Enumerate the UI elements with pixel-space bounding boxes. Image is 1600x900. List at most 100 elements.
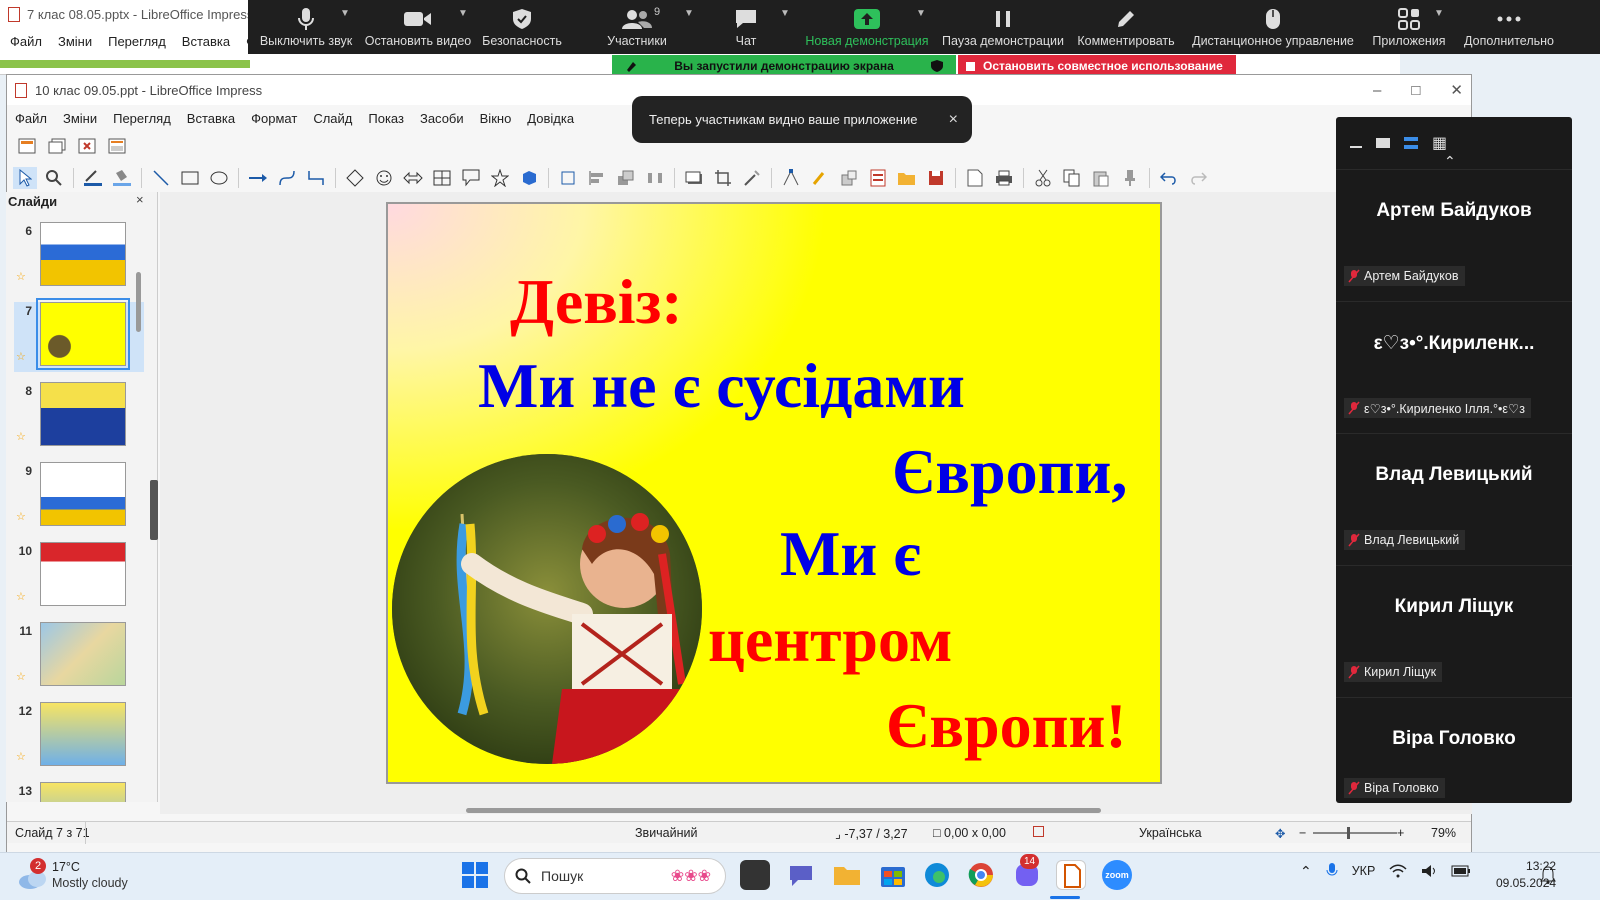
shadow-icon[interactable] xyxy=(682,167,706,189)
arrange-icon[interactable] xyxy=(614,167,638,189)
background-window-title[interactable]: 7 клас 08.05.pptx - LibreOffice Impress xyxy=(8,2,253,26)
video-chevron-icon[interactable]: ▼ xyxy=(458,8,468,19)
clone-formatting-icon[interactable] xyxy=(1118,167,1142,189)
teams-chat-icon[interactable] xyxy=(786,860,816,890)
fill-color-icon[interactable] xyxy=(110,167,134,189)
strip-view-icon[interactable] xyxy=(1404,137,1418,149)
stop-video-button[interactable]: Остановить видео xyxy=(364,0,472,54)
flowchart-icon[interactable] xyxy=(430,167,454,189)
chat-chevron-icon[interactable]: ▼ xyxy=(780,8,790,19)
show-hidden-icons-chevron[interactable]: ⌃ xyxy=(1300,863,1312,880)
microsoft-store-icon[interactable] xyxy=(878,860,908,890)
open-folder-icon[interactable] xyxy=(895,167,919,189)
cut-icon[interactable] xyxy=(1031,167,1055,189)
zoom-in-icon[interactable]: + xyxy=(1397,826,1404,840)
panel-collapse-handle[interactable] xyxy=(150,480,158,540)
slide-layout-icon[interactable] xyxy=(105,135,129,157)
audio-chevron-icon[interactable]: ▼ xyxy=(340,8,350,19)
slide-thumbnail[interactable]: 6 ☆ xyxy=(14,222,144,292)
delete-slide-icon[interactable] xyxy=(75,135,99,157)
participants-chevron-icon[interactable]: ▼ xyxy=(684,8,694,19)
points-icon[interactable] xyxy=(779,167,803,189)
edge-browser-icon[interactable] xyxy=(922,860,952,890)
bg-menu-insert[interactable]: Вставка xyxy=(182,34,230,49)
arrow-line-icon[interactable] xyxy=(246,167,270,189)
taskbar-search[interactable]: Пошук ❀❀❀ xyxy=(504,858,726,894)
rotate-icon[interactable] xyxy=(556,167,580,189)
zoom-app-icon[interactable]: zoom xyxy=(1102,860,1132,890)
slides-panel-close-icon[interactable]: × xyxy=(136,192,144,207)
participant-tile[interactable]: Кирил Ліщук Кирил Ліщук xyxy=(1336,565,1572,697)
save-icon[interactable] xyxy=(924,167,948,189)
line-color-icon[interactable] xyxy=(81,167,105,189)
menu-edit[interactable]: Зміни xyxy=(63,111,97,126)
3d-objects-icon[interactable] xyxy=(517,167,541,189)
filter-icon[interactable] xyxy=(740,167,764,189)
language-indicator[interactable]: Українська xyxy=(1139,826,1202,840)
menu-window[interactable]: Вікно xyxy=(480,111,512,126)
current-slide[interactable]: Девіз: Ми не є сусідами Європи, Ми є цен… xyxy=(386,202,1162,784)
bg-menu-file[interactable]: Файл xyxy=(10,34,42,49)
new-share-button[interactable]: Новая демонстрация xyxy=(804,0,930,54)
ellipse-icon[interactable] xyxy=(207,167,231,189)
input-language[interactable]: УКР xyxy=(1352,864,1376,878)
select-arrow-icon[interactable] xyxy=(13,167,37,189)
menu-tools[interactable]: Засоби xyxy=(420,111,464,126)
symbol-shapes-icon[interactable] xyxy=(372,167,396,189)
menu-slide[interactable]: Слайд xyxy=(313,111,352,126)
bg-menu-edit[interactable]: Зміни xyxy=(58,34,92,49)
chrome-browser-icon[interactable] xyxy=(966,860,996,890)
zoom-out-icon[interactable]: − xyxy=(1299,826,1306,840)
crop-icon[interactable] xyxy=(711,167,735,189)
duplicate-slide-icon[interactable] xyxy=(45,135,69,157)
slide-thumbnail[interactable]: 10 ☆ xyxy=(14,542,144,612)
panel-scrollbar[interactable] xyxy=(136,272,141,332)
share-chevron-icon[interactable]: ▼ xyxy=(916,8,926,19)
slide-thumbnail[interactable]: 13 xyxy=(14,782,144,802)
menu-file[interactable]: Файл xyxy=(15,111,47,126)
apps-chevron-icon[interactable]: ▼ xyxy=(1434,8,1444,19)
distribute-icon[interactable] xyxy=(643,167,667,189)
participant-tile[interactable]: Артем Байдуков Артем Байдуков xyxy=(1336,169,1572,301)
toast-close-icon[interactable]: × xyxy=(949,111,958,129)
participant-tile[interactable]: ε♡з•°.Кириленк... ε♡з•°.Кириленко Ілля.°… xyxy=(1336,301,1572,433)
security-button[interactable]: Безопасность xyxy=(480,0,564,54)
zoom-slider[interactable] xyxy=(1313,832,1397,834)
participant-tile[interactable]: Віра Головко Віра Головко xyxy=(1336,697,1572,803)
menu-view[interactable]: Перегляд xyxy=(113,111,171,126)
align-icon[interactable] xyxy=(585,167,609,189)
slide-thumbnail[interactable]: 12 ☆ xyxy=(14,702,144,772)
zoom-slider-thumb[interactable] xyxy=(1347,827,1350,839)
menu-show[interactable]: Показ xyxy=(368,111,404,126)
slide-thumbnail-selected[interactable]: 7 ☆ xyxy=(14,298,144,372)
pause-share-button[interactable]: Пауза демонстрации xyxy=(940,0,1066,54)
insert-image-icon[interactable] xyxy=(866,167,890,189)
slide-thumbnail[interactable]: 9 ☆ xyxy=(14,462,144,532)
basic-shapes-icon[interactable] xyxy=(343,167,367,189)
curve-icon[interactable] xyxy=(275,167,299,189)
slide-thumbnail[interactable]: 11 ☆ xyxy=(14,622,144,692)
zoom-percent[interactable]: 79% xyxy=(1431,826,1456,840)
block-arrows-icon[interactable] xyxy=(401,167,425,189)
fit-slide-icon[interactable]: ✥ xyxy=(1275,826,1285,841)
connector-icon[interactable] xyxy=(304,167,328,189)
undo-icon[interactable] xyxy=(1157,167,1181,189)
callout-icon[interactable] xyxy=(459,167,483,189)
slide-thumbnail[interactable]: 8 ☆ xyxy=(14,382,144,452)
annotate-button[interactable]: Комментировать xyxy=(1076,0,1176,54)
start-button[interactable] xyxy=(462,862,488,888)
print-icon[interactable] xyxy=(992,167,1016,189)
minimize-panel-icon[interactable] xyxy=(1350,146,1362,148)
rectangle-icon[interactable] xyxy=(178,167,202,189)
participants-button[interactable]: Участники xyxy=(598,0,676,54)
file-explorer-icon[interactable] xyxy=(832,860,862,890)
remote-control-button[interactable]: Дистанционное управление xyxy=(1188,0,1358,54)
star-icon[interactable] xyxy=(488,167,512,189)
menu-format[interactable]: Формат xyxy=(251,111,297,126)
libreoffice-impress-taskbar-icon[interactable] xyxy=(1056,860,1086,890)
copy-icon[interactable] xyxy=(1060,167,1084,189)
paste-icon[interactable] xyxy=(1089,167,1113,189)
line-tool-icon[interactable] xyxy=(149,167,173,189)
close-icon[interactable]: ✕ xyxy=(1450,81,1463,99)
more-button[interactable]: Дополнительно xyxy=(1460,0,1558,54)
